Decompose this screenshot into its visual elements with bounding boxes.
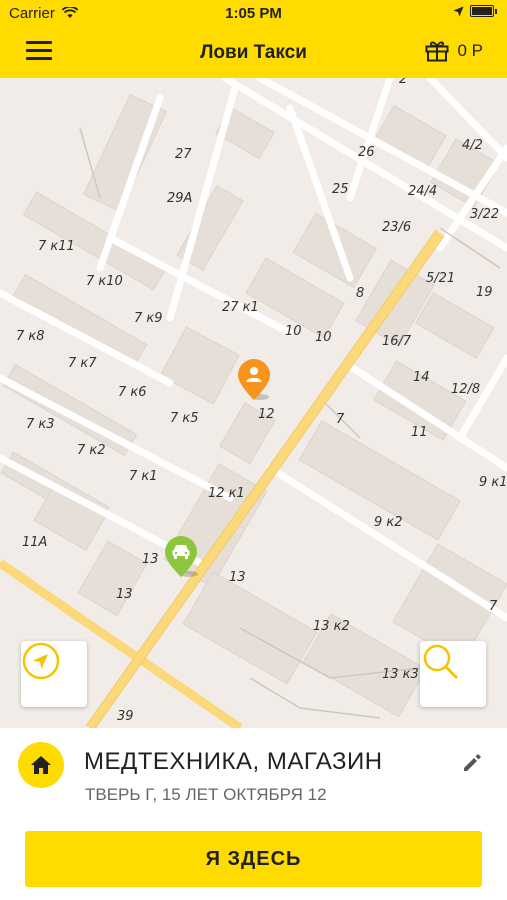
- map-label: 5/21: [426, 271, 456, 286]
- map-label: 7 к11: [38, 239, 75, 254]
- bonus-value: 0 Р: [457, 41, 483, 60]
- map-label: 9 к2: [374, 515, 403, 530]
- map-label: 24/4: [408, 184, 438, 199]
- navigation-arrow-icon: [22, 642, 60, 680]
- map-label: 7 к5: [170, 411, 199, 426]
- home-badge: [18, 742, 64, 788]
- map-background: [0, 78, 507, 728]
- map-label: 26: [358, 145, 375, 160]
- search-icon: [423, 644, 458, 679]
- nav-bar: Лови Такси 0 Р: [0, 28, 507, 78]
- user-location-pin-icon: [238, 359, 270, 400]
- map-label: 11A: [22, 535, 48, 550]
- map-label: 8: [356, 286, 365, 301]
- map-label: 7 к10: [86, 274, 123, 289]
- map-label: 13: [116, 587, 133, 602]
- map-label: 14: [413, 370, 430, 385]
- search-button[interactable]: [420, 641, 486, 707]
- map-label: 7 к9: [134, 311, 163, 326]
- gift-icon: [425, 41, 449, 62]
- map-label: 19: [476, 285, 493, 300]
- map-label: 2: [399, 78, 408, 87]
- map-label: 27 к1: [222, 300, 259, 315]
- pencil-icon: [464, 754, 481, 771]
- map-label: 13 к2: [313, 619, 350, 634]
- map-label: 39: [117, 709, 134, 724]
- map-label: 13: [229, 570, 246, 585]
- location-panel: МЕДТЕХНИКА, МАГАЗИН ТВЕРЬ Г, 15 ЛЕТ ОКТЯ…: [0, 728, 507, 900]
- status-bar: Carrier 1:05 PM: [0, 0, 507, 28]
- map-label: 3/22: [470, 207, 500, 222]
- map-label: 12/8: [451, 382, 481, 397]
- map-label: 25: [332, 182, 349, 197]
- location-address: ТВЕРЬ Г, 15 ЛЕТ ОКТЯБРЯ 12: [85, 785, 327, 804]
- map-label: 7 к1: [129, 469, 158, 484]
- status-right: [453, 5, 497, 17]
- map-label: 29A: [167, 191, 193, 206]
- map-label: 9 к1: [479, 475, 507, 490]
- map-label: 23/6: [382, 220, 412, 235]
- map-label: 12 к1: [208, 486, 245, 501]
- home-icon: [31, 756, 51, 774]
- map-label: 4/2: [462, 138, 483, 153]
- map-label: 7 к7: [68, 356, 97, 371]
- bonus-balance-button[interactable]: 0 Р: [425, 40, 483, 62]
- map-label: 10: [315, 330, 332, 345]
- map-label: 7 к6: [118, 385, 147, 400]
- map-label: 12: [258, 407, 275, 422]
- locate-me-button[interactable]: [21, 641, 87, 707]
- map-label: 13 к3: [382, 667, 419, 682]
- edit-location-button[interactable]: [461, 752, 483, 774]
- map-label: 7: [489, 599, 498, 614]
- clock: 1:05 PM: [225, 5, 282, 22]
- map-label: 13: [142, 552, 159, 567]
- map-label: 11: [411, 425, 428, 440]
- location-arrow-icon: [453, 6, 464, 16]
- map-label: 16/7: [382, 334, 412, 349]
- battery-tip-icon: [495, 8, 497, 14]
- map-label: 7 к3: [26, 417, 55, 432]
- battery-icon: [470, 5, 494, 17]
- map-view[interactable]: 2 27 26 4/2 25 24/4 29A 3/22 23/6 7 к11 …: [0, 78, 507, 728]
- map-label: 10: [285, 324, 302, 339]
- map-label: 7 к8: [16, 329, 45, 344]
- confirm-pickup-button[interactable]: Я ЗДЕСЬ: [25, 831, 482, 887]
- map-label: 7 к2: [77, 443, 106, 458]
- map-label: 27: [175, 147, 192, 162]
- map-label: 7: [336, 412, 345, 427]
- taxi-pin-icon: [165, 536, 198, 577]
- location-name: МЕДТЕХНИКА, МАГАЗИН: [84, 748, 383, 775]
